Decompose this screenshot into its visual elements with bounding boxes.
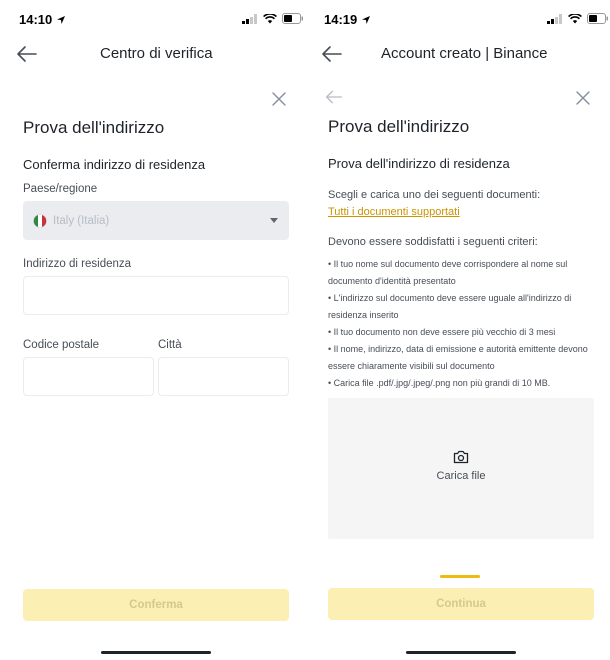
- status-bar-time: 14:10: [19, 12, 66, 27]
- criteria-item: • L'indirizzo sul documento deve essere …: [328, 293, 572, 320]
- back-arrow-icon[interactable]: [16, 44, 38, 64]
- city-label: Città: [158, 339, 182, 351]
- country-label: Paese/regione: [23, 183, 98, 195]
- scroll-indicator: [440, 575, 480, 578]
- wifi-icon: [568, 13, 582, 23]
- upload-dropzone[interactable]: Carica file: [328, 398, 594, 539]
- location-arrow-icon: [57, 15, 66, 24]
- city-input[interactable]: [158, 357, 289, 396]
- postal-code-input[interactable]: [23, 357, 154, 396]
- signal-icon: [547, 13, 562, 24]
- criteria-item: • Il tuo documento non deve essere più v…: [328, 327, 556, 337]
- status-time-text: 14:19: [324, 12, 358, 27]
- upload-instruction: Scegli e carica uno dei seguenti documen…: [328, 189, 541, 201]
- upload-label: Carica file: [436, 470, 486, 482]
- status-bar-icons: [547, 13, 609, 24]
- continue-button[interactable]: Continua: [328, 588, 594, 620]
- battery-icon: [587, 13, 608, 24]
- supported-documents-link[interactable]: Tutti i documenti supportati: [328, 206, 460, 218]
- criteria-item: • Il nome, indirizzo, data di emissione …: [328, 344, 588, 371]
- close-icon[interactable]: [575, 90, 591, 106]
- flag-italy-icon: [33, 213, 47, 228]
- address-input[interactable]: [23, 276, 289, 315]
- back-arrow-icon[interactable]: [321, 44, 343, 64]
- signal-icon: [242, 13, 257, 24]
- section-subheading: Prova dell'indirizzo di residenza: [328, 156, 510, 171]
- right-screen: 14:19 Account creato | Binance Prova del…: [305, 0, 610, 660]
- battery-icon: [282, 13, 303, 24]
- country-select[interactable]: Italy (Italia): [23, 201, 289, 240]
- close-icon[interactable]: [271, 91, 287, 107]
- home-indicator: [406, 651, 516, 654]
- location-arrow-icon: [362, 15, 371, 24]
- criteria-item: • Il tuo nome sul documento deve corrisp…: [328, 259, 568, 286]
- home-indicator: [101, 651, 211, 654]
- page-heading: Prova dell'indirizzo: [23, 118, 165, 137]
- status-time-text: 14:10: [19, 12, 53, 27]
- status-bar-icons: [242, 13, 304, 24]
- criteria-item: • Carica file .pdf/.jpg/.jpeg/.png non p…: [328, 378, 551, 388]
- camera-icon: [453, 450, 469, 464]
- address-label: Indirizzo di residenza: [23, 258, 132, 270]
- status-bar-time: 14:19: [324, 12, 371, 27]
- nav-title: Centro di verifica: [100, 45, 213, 62]
- section-subheading: Conferma indirizzo di residenza: [23, 157, 206, 172]
- criteria-title: Devono essere soddisfatti i seguenti cri…: [328, 236, 538, 248]
- nav-title: Account creato | Binance: [381, 45, 548, 62]
- page-heading: Prova dell'indirizzo: [328, 117, 470, 136]
- wifi-icon: [263, 13, 277, 23]
- upload-content: Carica file: [328, 450, 594, 482]
- left-screen: 14:10 Centro di verifica Prova dell'indi…: [0, 0, 305, 660]
- criteria-list: • Il tuo nome sul documento deve corrisp…: [328, 256, 600, 392]
- confirm-button[interactable]: Conferma: [23, 589, 289, 621]
- dropdown-caret-icon: [270, 218, 278, 223]
- inner-back-arrow-icon[interactable]: [325, 88, 343, 106]
- country-value: Italy (Italia): [53, 214, 110, 227]
- postal-code-label: Codice postale: [23, 339, 100, 351]
